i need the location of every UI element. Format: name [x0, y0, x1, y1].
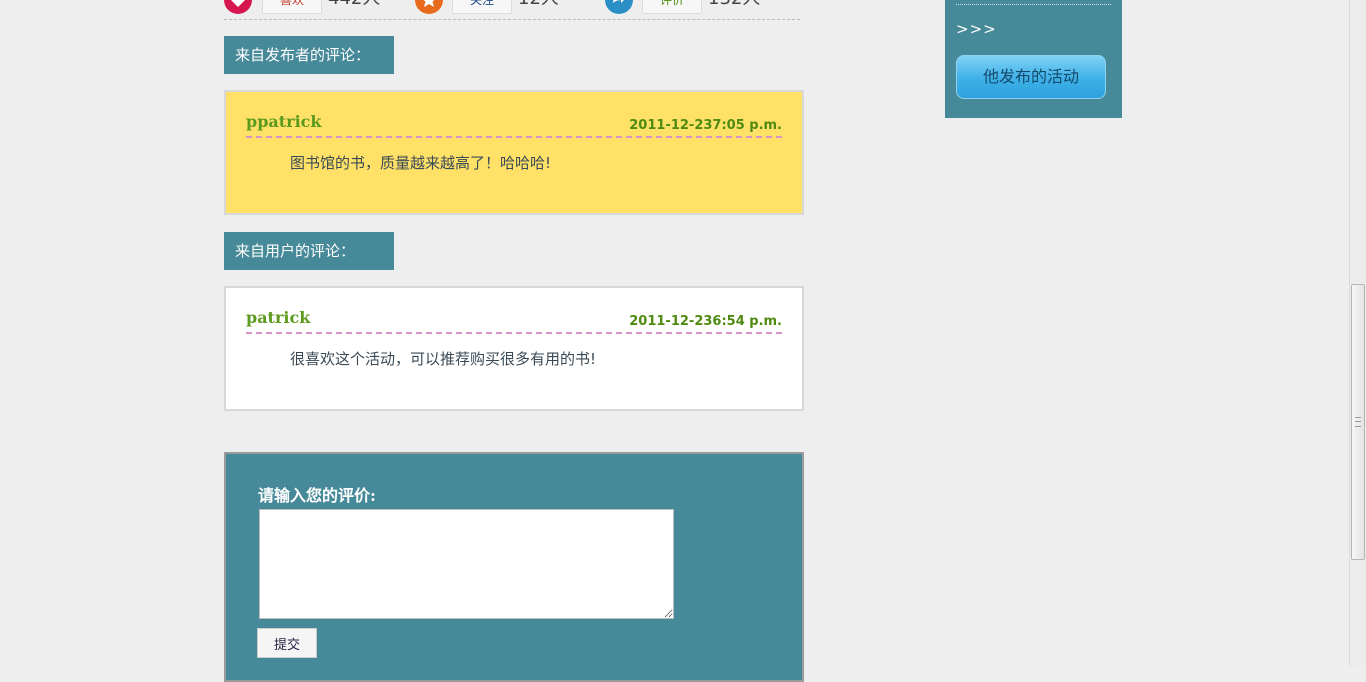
heart-icon[interactable]: [224, 0, 252, 14]
comment-author[interactable]: ppatrick: [246, 112, 321, 131]
review-count: 132人: [708, 0, 760, 12]
sidebar: >>> 他发布的活动: [945, 0, 1122, 118]
follow-count: 12人: [518, 0, 559, 12]
publisher-comments-heading: 来自发布者的评论：: [224, 36, 394, 74]
submit-button[interactable]: 提交: [257, 628, 317, 658]
comment-timestamp: 2011-12-237:05 p.m.: [629, 118, 782, 133]
grip-icon: [1355, 417, 1361, 427]
share-arrow-icon[interactable]: [605, 0, 633, 14]
follow-button[interactable]: 关注: [452, 0, 512, 14]
scrollbar-thumb[interactable]: [1351, 284, 1365, 560]
vertical-scrollbar[interactable]: [1349, 0, 1366, 666]
comment-author[interactable]: patrick: [246, 308, 310, 327]
his-activities-button[interactable]: 他发布的活动: [956, 55, 1106, 99]
like-count: 442人: [328, 0, 380, 12]
review-form-title: 请输入您的评价:: [258, 486, 376, 505]
review-textarea[interactable]: [259, 509, 674, 619]
divider: [224, 19, 800, 20]
user-comments-heading: 来自用户的评论：: [224, 232, 394, 270]
comment-header: ppatrick 2011-12-237:05 p.m.: [246, 112, 782, 138]
sidebar-divider: [956, 4, 1111, 5]
comment-timestamp: 2011-12-236:54 p.m.: [629, 314, 782, 329]
star-icon[interactable]: [415, 0, 443, 14]
like-button[interactable]: 喜欢: [262, 0, 322, 14]
publisher-comment: ppatrick 2011-12-237:05 p.m. 图书馆的书，质量越来越…: [224, 90, 804, 215]
stats-row: 喜欢 442人 关注 12人 评价 132人: [224, 0, 800, 18]
review-form: 请输入您的评价: 提交: [224, 452, 804, 682]
user-comment: patrick 2011-12-236:54 p.m. 很喜欢这个活动，可以推荐…: [224, 286, 804, 411]
review-stat-button[interactable]: 评价: [642, 0, 702, 14]
comment-text: 很喜欢这个活动，可以推荐购买很多有用的书!: [290, 350, 597, 368]
comment-text: 图书馆的书，质量越来越高了！哈哈哈!: [290, 154, 552, 172]
sidebar-more-arrows[interactable]: >>>: [956, 20, 997, 38]
comment-header: patrick 2011-12-236:54 p.m.: [246, 308, 782, 334]
